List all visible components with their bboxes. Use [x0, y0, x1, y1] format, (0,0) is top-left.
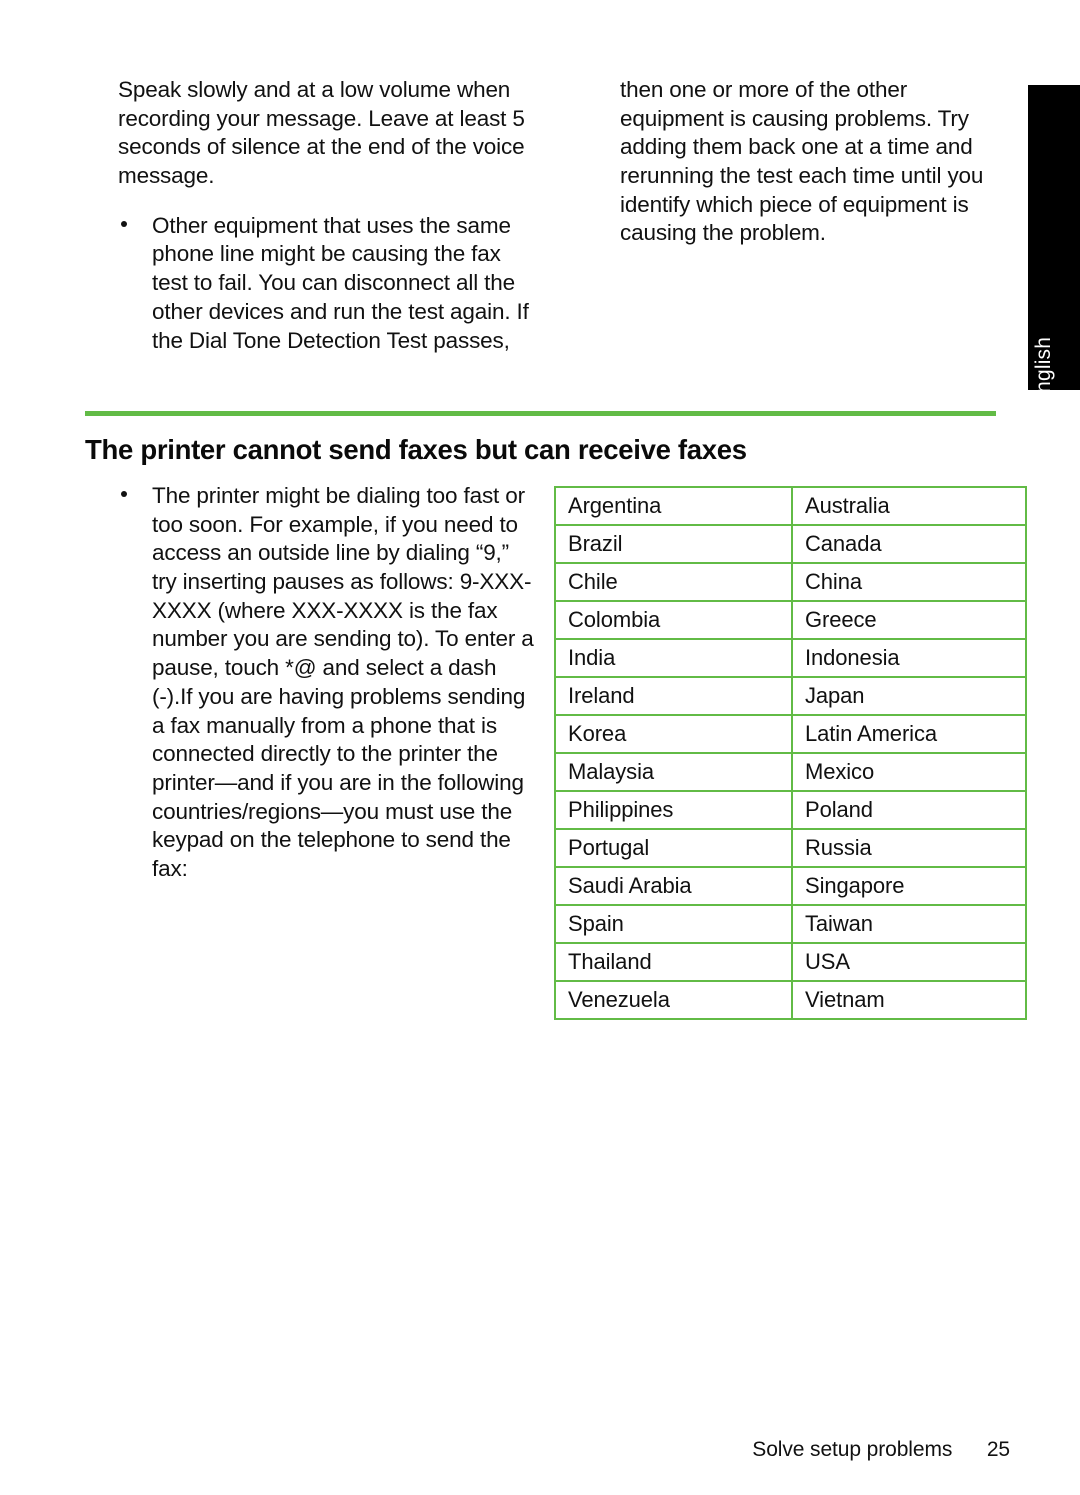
table-row: Saudi Arabia Singapore — [554, 866, 1027, 906]
top-right-column: then one or more of the other equipment … — [620, 76, 1000, 248]
table-row: Korea Latin America — [554, 714, 1027, 754]
table-row: Brazil Canada — [554, 524, 1027, 564]
table-cell-country: Malaysia — [554, 752, 793, 792]
table-cell-country: Venezuela — [554, 980, 793, 1020]
table-row: Colombia Greece — [554, 600, 1027, 640]
table-cell-country: Portugal — [554, 828, 793, 868]
bullet-dot-icon — [121, 220, 127, 227]
table-cell-country: USA — [791, 942, 1027, 982]
table-cell-country: Russia — [791, 828, 1027, 868]
footer-page-number: 25 — [986, 1438, 1010, 1461]
table-row: Ireland Japan — [554, 676, 1027, 716]
table-cell-country: Taiwan — [791, 904, 1027, 944]
table-cell-country: India — [554, 638, 793, 678]
table-row: Chile China — [554, 562, 1027, 602]
table-cell-country: Canada — [791, 524, 1027, 564]
country-region-table: Argentina Australia Brazil Canada Chile … — [554, 486, 1027, 1020]
table-cell-country: Chile — [554, 562, 793, 602]
table-cell-country: China — [791, 562, 1027, 602]
language-tab: English — [1028, 85, 1080, 390]
list-item: The printer might be dialing too fast or… — [118, 482, 538, 884]
top-text-section: Speak slowly and at a low volume when re… — [0, 76, 1010, 366]
continued-paragraph: Speak slowly and at a low volume when re… — [118, 77, 525, 189]
list-item-text: Other equipment that uses the same phone… — [152, 212, 529, 353]
table-row: Portugal Russia — [554, 828, 1027, 868]
table-cell-country: Philippines — [554, 790, 793, 830]
table-cell-country: Australia — [791, 486, 1027, 526]
continued-paragraph: then one or more of the other equipment … — [620, 77, 984, 246]
bullet-dot-icon — [121, 491, 127, 497]
table-cell-country: Saudi Arabia — [554, 866, 793, 906]
table-cell-country: Korea — [554, 714, 793, 754]
section-left-column: The printer might be dialing too fast or… — [118, 482, 538, 884]
table-cell-country: Poland — [791, 790, 1027, 830]
table-row: Argentina Australia — [554, 486, 1027, 526]
table-row: Thailand USA — [554, 942, 1027, 982]
table-row: Malaysia Mexico — [554, 752, 1027, 792]
table-cell-country: Greece — [791, 600, 1027, 640]
table-cell-country: Ireland — [554, 676, 793, 716]
page-footer: Solve setup problems 25 — [0, 1438, 1010, 1462]
table-row: Philippines Poland — [554, 790, 1027, 830]
table-row: Venezuela Vietnam — [554, 980, 1027, 1020]
list-item-text: The printer might be dialing too fast or… — [152, 483, 534, 881]
table-cell-country: Japan — [791, 676, 1027, 716]
table-body: Argentina Australia Brazil Canada Chile … — [554, 486, 1027, 1020]
table-cell-country: Brazil — [554, 524, 793, 564]
table-row: Spain Taiwan — [554, 904, 1027, 944]
table-cell-country: Singapore — [791, 866, 1027, 906]
page-title: The printer cannot send faxes but can re… — [85, 434, 747, 465]
table-cell-country: Thailand — [554, 942, 793, 982]
document-page: English Speak slowly and at a low volume… — [0, 0, 1080, 1495]
language-tab-label: English — [1032, 336, 1055, 390]
top-left-column: Speak slowly and at a low volume when re… — [118, 76, 538, 355]
table-row: India Indonesia — [554, 638, 1027, 678]
table-cell-country: Latin America — [791, 714, 1027, 754]
footer-chapter-title: Solve setup problems — [752, 1438, 953, 1461]
table-cell-country: Colombia — [554, 600, 793, 640]
heading-divider — [85, 411, 996, 416]
list-item: Other equipment that uses the same phone… — [118, 212, 538, 355]
table-cell-country: Indonesia — [791, 638, 1027, 678]
table-cell-country: Spain — [554, 904, 793, 944]
table-cell-country: Mexico — [791, 752, 1027, 792]
table-cell-country: Vietnam — [791, 980, 1027, 1020]
table-cell-country: Argentina — [554, 486, 793, 526]
